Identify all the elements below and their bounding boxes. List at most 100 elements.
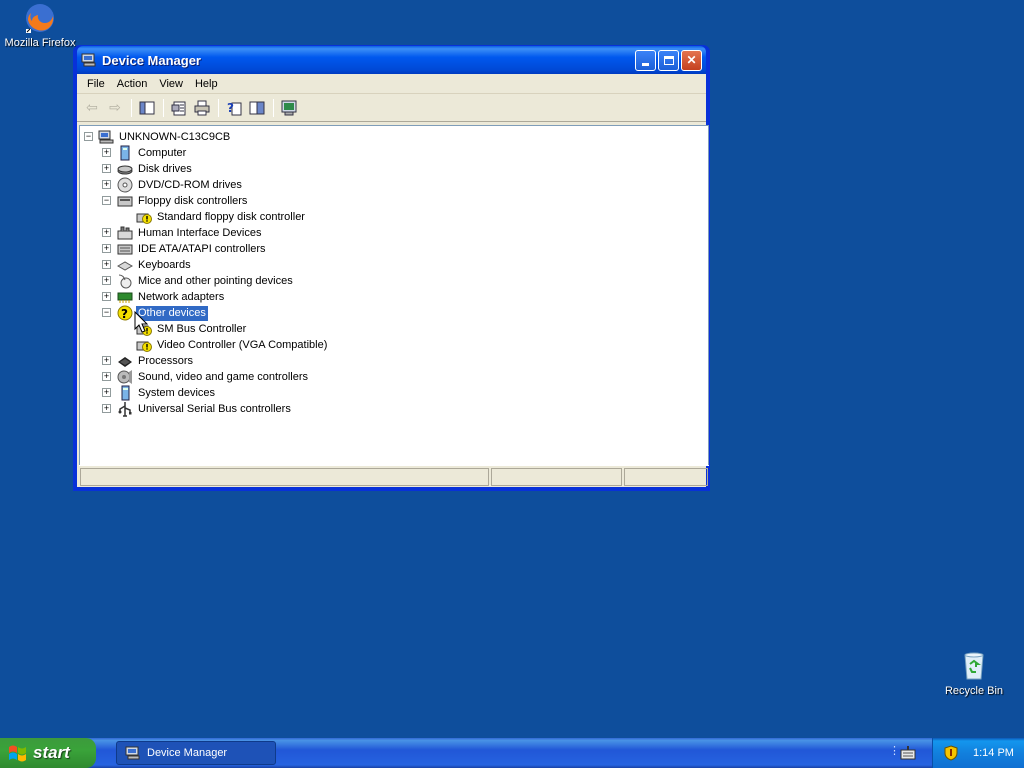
svg-text:?: ? (227, 101, 234, 115)
toolbar-separator (273, 98, 274, 117)
tree-item-label: Processors (138, 355, 194, 367)
usb-icon (118, 402, 132, 417)
desktop-icon-firefox[interactable]: Mozilla Firefox (0, 2, 80, 49)
menu-file[interactable]: File (81, 78, 111, 90)
close-icon: ✕ (686, 53, 697, 67)
show-hidden-icons-chevron-icon[interactable]: ⋮ (889, 744, 900, 757)
tree-category-item[interactable]: + IDE ATA/ATAPI controllers (80, 241, 708, 257)
security-shield-icon[interactable] (943, 745, 959, 761)
expand-toggle[interactable]: + (102, 180, 111, 189)
scan-hardware-button[interactable] (278, 97, 300, 119)
status-bar (79, 465, 709, 487)
tree-item-label: SM Bus Controller (157, 323, 247, 335)
minimize-button[interactable] (635, 49, 656, 71)
collapse-toggle[interactable]: − (84, 132, 93, 141)
properties-icon (171, 101, 186, 115)
minimize-icon (642, 62, 649, 66)
view-button[interactable] (246, 97, 268, 119)
keyboard-tray-icon[interactable] (900, 745, 916, 761)
tree-category-item[interactable]: + Keyboards (80, 257, 708, 273)
maximize-button[interactable] (658, 49, 679, 71)
expand-toggle[interactable]: + (102, 228, 111, 237)
tree-category-item[interactable]: + System devices (80, 385, 708, 401)
status-pane-main (80, 468, 489, 486)
forward-button[interactable]: ⇨ (104, 97, 126, 119)
collapse-toggle[interactable]: − (102, 308, 111, 317)
desktop-icon-recycle-bin[interactable]: Recycle Bin (934, 650, 1014, 697)
expand-toggle[interactable]: + (102, 164, 111, 173)
back-icon: ⇦ (86, 99, 98, 115)
tree-item-label: Disk drives (138, 163, 192, 175)
sound-icon (117, 370, 132, 384)
menu-view[interactable]: View (153, 78, 189, 90)
forward-icon: ⇨ (109, 99, 121, 115)
device-manager-icon (81, 52, 97, 68)
help-icon: ? (227, 101, 242, 115)
tree-item-label: Sound, video and game controllers (138, 371, 308, 383)
tree-item-label: Floppy disk controllers (138, 195, 248, 207)
toolbar-separator (163, 98, 164, 117)
computer-icon (120, 145, 130, 161)
expand-toggle[interactable]: + (102, 276, 111, 285)
ide-icon (117, 244, 133, 255)
tree-child-item[interactable]: SM Bus Controller (80, 321, 708, 337)
tree-item-label: DVD/CD-ROM drives (138, 179, 242, 191)
expand-toggle[interactable]: + (102, 372, 111, 381)
expand-toggle[interactable]: + (102, 388, 111, 397)
collapse-toggle[interactable]: − (102, 196, 111, 205)
taskbar: start Device Manager ⋮ 1:14 PM (0, 738, 1024, 768)
expand-toggle[interactable]: + (102, 148, 111, 157)
title-bar[interactable]: Device Manager ✕ (77, 46, 706, 74)
mouse-icon (118, 274, 132, 289)
toolbar-separator (218, 98, 219, 117)
computer-icon (98, 130, 114, 144)
show-hide-tree-button[interactable] (136, 97, 158, 119)
tree-category-item[interactable]: + DVD/CD-ROM drives (80, 177, 708, 193)
print-button[interactable] (191, 97, 213, 119)
tree-category-item[interactable]: + Universal Serial Bus controllers (80, 401, 708, 417)
start-button[interactable]: start (0, 738, 96, 768)
warning-device-icon (136, 341, 152, 352)
tree-category-item[interactable]: + Computer (80, 145, 708, 161)
tree-category-item[interactable]: −? Other devices (80, 305, 708, 322)
expand-toggle[interactable]: + (102, 244, 111, 253)
cdrom-icon (117, 177, 133, 193)
clock[interactable]: 1:14 PM (973, 747, 1014, 759)
expand-toggle[interactable]: + (102, 292, 111, 301)
expand-toggle[interactable]: + (102, 260, 111, 269)
tree-category-item[interactable]: + Processors (80, 353, 708, 369)
help-button[interactable]: ? (223, 97, 245, 119)
tree-root[interactable]: − UNKNOWN-C13C9CB (80, 129, 708, 145)
tree-item-label: Universal Serial Bus controllers (138, 403, 291, 415)
menu-help[interactable]: Help (189, 78, 224, 90)
tree-child-item[interactable]: Standard floppy disk controller (80, 209, 708, 225)
tree-item-label: IDE ATA/ATAPI controllers (138, 243, 266, 255)
tree-item-label: Computer (138, 147, 187, 159)
menu-action[interactable]: Action (111, 78, 154, 90)
close-button[interactable]: ✕ (681, 49, 702, 71)
toolbar: ⇦ ⇨ ? (77, 94, 706, 122)
window-client: File Action View Help ⇦ ⇨ ? − UNKNOWN-C1… (77, 74, 709, 487)
desktop-icon-label: Recycle Bin (944, 685, 1004, 697)
floppy-controller-icon (117, 196, 133, 207)
back-button[interactable]: ⇦ (81, 97, 103, 119)
window-title: Device Manager (102, 52, 201, 68)
warning-device-icon (136, 213, 152, 224)
taskbar-item-device-manager[interactable]: Device Manager (116, 741, 276, 765)
tree-category-item[interactable]: + Network adapters (80, 289, 708, 305)
expand-toggle[interactable]: + (102, 404, 111, 413)
tree-category-item[interactable]: − Floppy disk controllers (80, 193, 708, 209)
tree-category-item[interactable]: + Sound, video and game controllers (80, 369, 708, 385)
menu-bar: File Action View Help (77, 74, 706, 94)
expand-toggle[interactable]: + (102, 356, 111, 365)
tree-child-item[interactable]: Video Controller (VGA Compatible) (80, 337, 708, 353)
properties-button[interactable] (168, 97, 190, 119)
tree-category-item[interactable]: + Mice and other pointing devices (80, 273, 708, 289)
tree-item-label: System devices (138, 387, 216, 399)
tree-item-label: Video Controller (VGA Compatible) (157, 339, 328, 351)
tree-category-item[interactable]: + Human Interface Devices (80, 225, 708, 241)
device-tree[interactable]: − UNKNOWN-C13C9CB + Computer + Disk drives +… (79, 125, 709, 466)
mouse-cursor-icon (134, 311, 148, 333)
tree-category-item[interactable]: + Disk drives (80, 161, 708, 177)
status-pane-2 (490, 468, 623, 486)
